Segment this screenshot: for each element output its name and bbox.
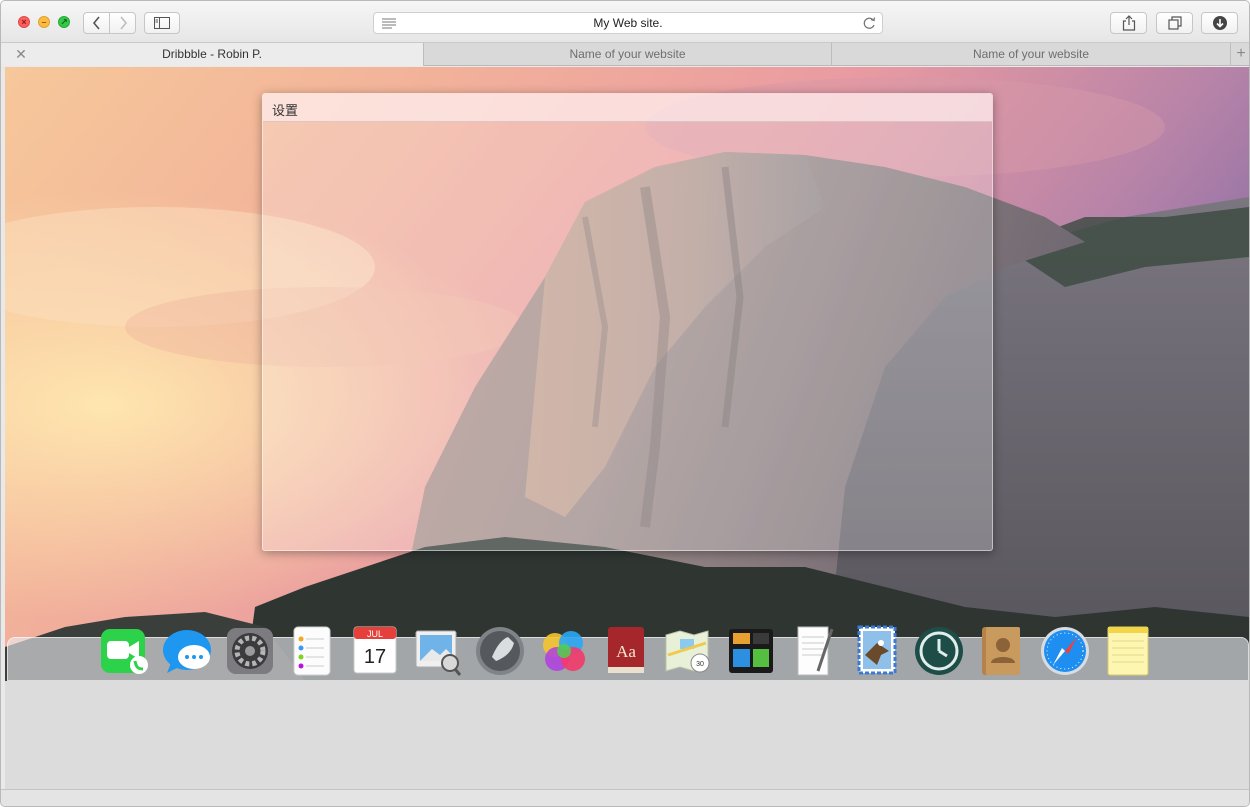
calendar-day: 17 <box>364 646 386 668</box>
facetime-icon <box>101 629 148 674</box>
browser-window: × – ↗ My Web site. ✕ Dribbble - Robin P.… <box>0 0 1250 807</box>
downloads-button[interactable] <box>1201 12 1238 34</box>
dock-mail[interactable] <box>851 623 903 679</box>
system-preferences-icon <box>227 628 273 674</box>
dock-mission-control[interactable] <box>725 623 777 679</box>
reminders-icon <box>293 626 331 676</box>
new-tab-button[interactable]: + <box>1230 43 1249 66</box>
messages-icon <box>163 630 211 673</box>
minimize-icon: – <box>41 17 47 27</box>
mail-icon <box>857 625 897 675</box>
minimize-window-button[interactable]: – <box>38 16 50 28</box>
settings-panel-title: 设置 <box>272 103 299 118</box>
settings-panel-body <box>263 122 992 550</box>
calendar-icon: JUL 17 <box>353 626 397 674</box>
contacts-icon <box>982 627 1020 675</box>
maps-icon: 30 <box>665 630 710 673</box>
tabs-overview-button[interactable] <box>1156 12 1193 34</box>
safari-icon <box>1041 627 1089 675</box>
dock-contacts[interactable] <box>976 623 1028 679</box>
tab-label: Name of your website <box>569 47 686 61</box>
dock-notes[interactable] <box>1102 623 1154 679</box>
dictionary-icon: Aa <box>608 627 644 673</box>
dock-calendar[interactable]: JUL 17 <box>349 623 401 679</box>
game-center-icon <box>543 631 585 671</box>
svg-text:30: 30 <box>696 661 704 668</box>
close-window-button[interactable]: × <box>18 16 30 28</box>
settings-panel: 设置 <box>262 93 993 551</box>
settings-panel-header[interactable]: 设置 <box>263 94 992 122</box>
tab-bar: ✕ Dribbble - Robin P. Name of your websi… <box>1 43 1249 66</box>
dock-safari[interactable] <box>1039 623 1091 679</box>
address-text: My Web site. <box>593 16 663 30</box>
back-button[interactable] <box>83 12 110 34</box>
sidebar-icon <box>154 17 170 29</box>
dock-reminders[interactable] <box>286 623 338 679</box>
tab-website-1[interactable]: Name of your website <box>423 43 831 66</box>
download-icon <box>1212 16 1227 30</box>
close-icon: × <box>21 17 27 27</box>
chevron-right-icon <box>119 16 127 30</box>
dock-time-machine[interactable] <box>913 623 965 679</box>
dock-system-preferences[interactable] <box>224 623 276 679</box>
preview-icon <box>415 630 462 676</box>
textedit-icon <box>797 626 834 676</box>
zoom-icon: ↗ <box>60 17 68 27</box>
dictionary-glyph: Aa <box>616 642 636 661</box>
dock-maps[interactable]: 30 <box>662 623 714 679</box>
share-button[interactable] <box>1110 12 1147 34</box>
tab-dribbble[interactable]: ✕ Dribbble - Robin P. <box>1 43 423 66</box>
tab-website-2[interactable]: Name of your website <box>831 43 1230 66</box>
dock-launchpad[interactable] <box>474 623 526 679</box>
reload-icon[interactable] <box>861 15 877 31</box>
time-machine-icon <box>915 627 963 675</box>
tab-label: Dribbble - Robin P. <box>162 47 262 61</box>
dock-game-center[interactable] <box>537 623 589 679</box>
launchpad-icon <box>476 627 524 675</box>
status-bar <box>1 789 1249 806</box>
dock-dictionary[interactable]: Aa <box>600 623 652 679</box>
sidebar-button[interactable] <box>144 12 180 34</box>
tab-label: Name of your website <box>972 47 1090 61</box>
zoom-window-button[interactable]: ↗ <box>58 16 70 28</box>
dock-textedit[interactable] <box>788 623 840 679</box>
share-icon <box>1122 15 1135 31</box>
mission-control-icon <box>729 629 773 673</box>
plus-icon: + <box>1236 45 1246 62</box>
chevron-left-icon <box>92 16 100 30</box>
dock-preview[interactable] <box>412 623 464 679</box>
reader-icon[interactable] <box>381 16 397 30</box>
browser-toolbar: × – ↗ My Web site. <box>1 1 1249 43</box>
notes-icon <box>1107 626 1149 676</box>
forward-button[interactable] <box>109 12 136 34</box>
page-lower-area <box>5 681 1249 789</box>
dock-messages[interactable] <box>161 623 213 679</box>
dock-facetime[interactable] <box>98 623 150 679</box>
tabs-overview-icon <box>1167 16 1182 30</box>
calendar-month: JUL <box>367 629 383 639</box>
close-icon[interactable]: ✕ <box>13 43 29 66</box>
address-bar[interactable]: My Web site. <box>373 12 883 34</box>
page-content: 设置 JUL 17 Aa 30 <box>5 67 1249 681</box>
